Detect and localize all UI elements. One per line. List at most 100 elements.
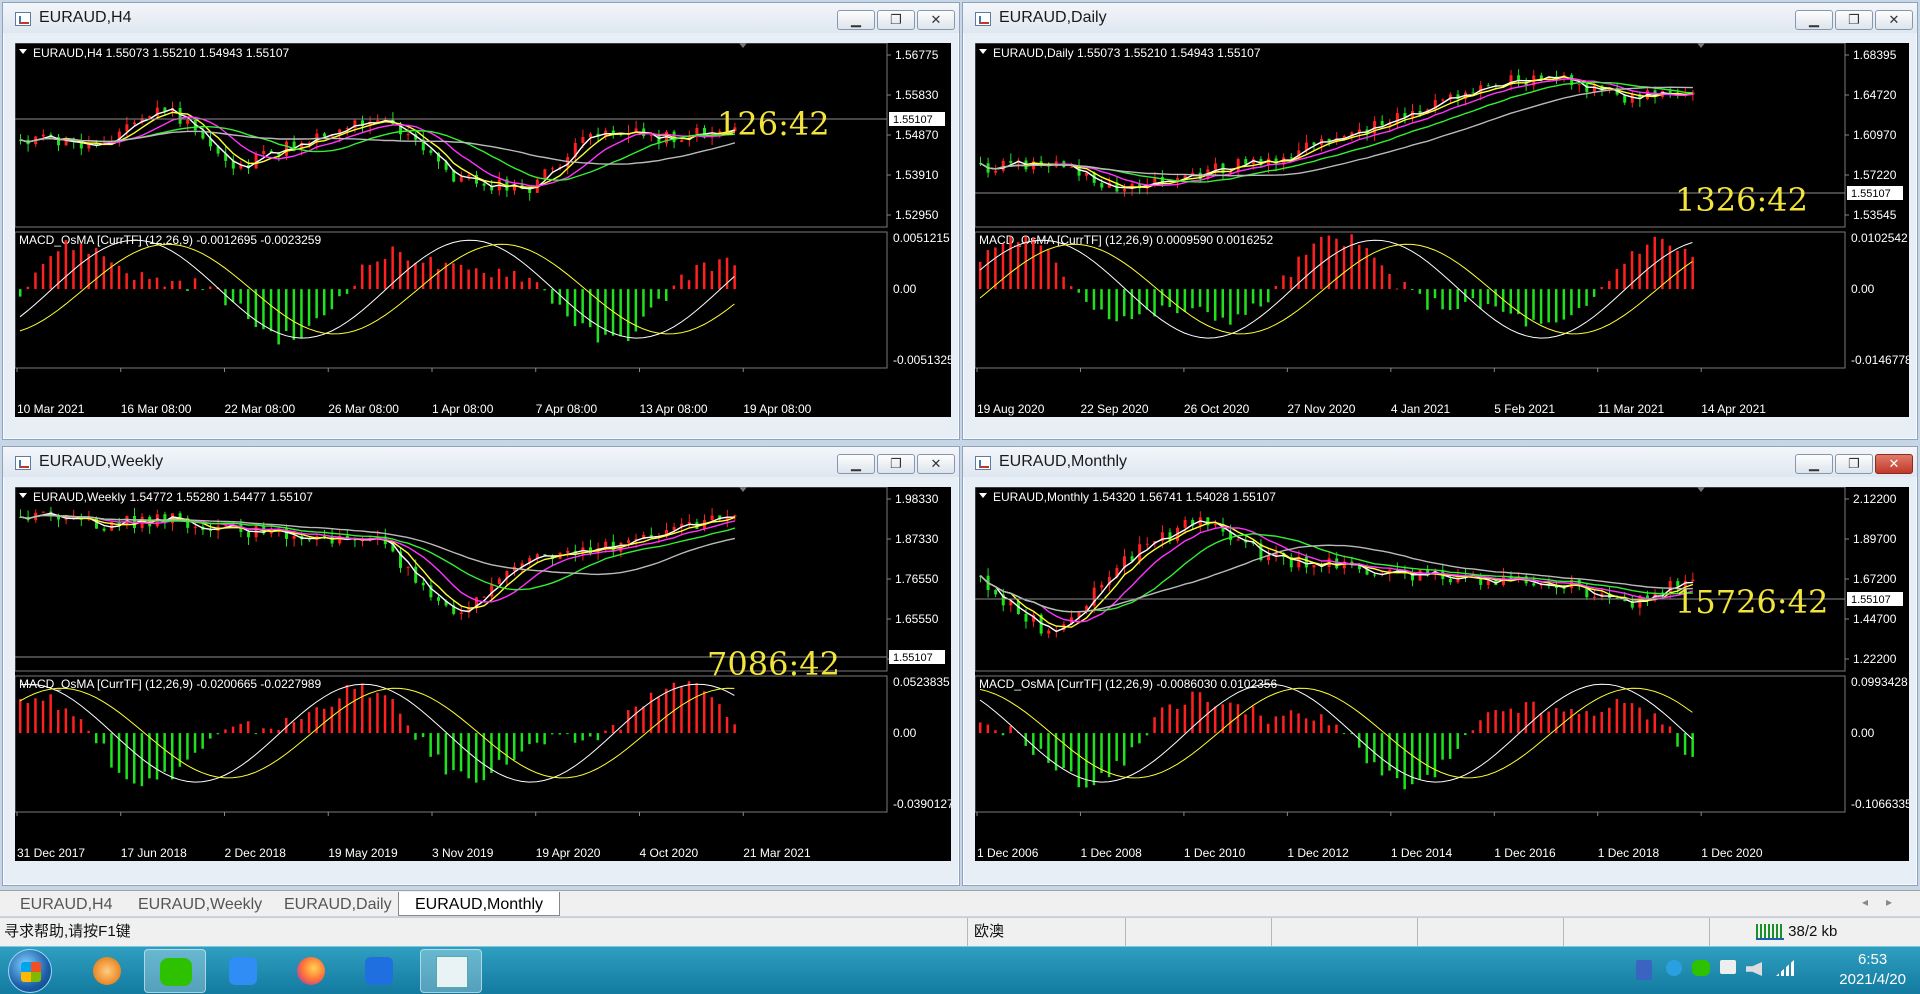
chart-window-daily[interactable]: EURAUD,Daily ▁ ❐ ✕ EURAUD,Daily 1.55073 1.55… xyxy=(962,2,1918,440)
macd-bar xyxy=(1100,289,1103,310)
macd-bar xyxy=(368,697,372,734)
chart-window-h4[interactable]: EURAUD,H4 ▁ ❐ ✕ EURAUD,H4 1.55073 1.55210 1.… xyxy=(2,2,960,440)
macd-bar xyxy=(566,733,569,735)
tray-wechat-icon[interactable] xyxy=(1692,960,1710,976)
candle-body xyxy=(209,530,212,532)
taskbar-app-wechat[interactable] xyxy=(144,949,206,993)
minimize-button[interactable]: ▁ xyxy=(1795,454,1833,474)
chart-shift-marker-icon[interactable] xyxy=(1697,487,1705,492)
window-title-bar[interactable]: EURAUD,Daily ▁ ❐ ✕ xyxy=(963,3,1917,33)
tray-shield-icon[interactable] xyxy=(1636,960,1652,980)
taskbar-app-browser[interactable] xyxy=(76,949,138,993)
window-title-bar[interactable]: EURAUD,Weekly ▁ ❐ ✕ xyxy=(3,447,959,477)
minimize-button[interactable]: ▁ xyxy=(837,10,875,30)
chart-canvas[interactable]: EURAUD,Daily 1.55073 1.55210 1.54943 1.5… xyxy=(975,43,1909,417)
macd-bar xyxy=(1289,276,1293,290)
clock[interactable]: 6:53 2021/4/20 xyxy=(1839,950,1906,990)
date-axis-label: 7 Apr 08:00 xyxy=(536,402,598,416)
macd-bar xyxy=(1130,733,1134,748)
candle-body xyxy=(262,151,266,154)
chart-shift-marker-icon[interactable] xyxy=(739,43,747,48)
close-button[interactable]: ✕ xyxy=(1875,10,1913,30)
candle-body xyxy=(1213,523,1217,526)
macd-bar xyxy=(292,289,296,340)
tab-euraud-monthly[interactable]: EURAUD,Monthly xyxy=(398,892,561,916)
macd-bar xyxy=(1335,724,1338,734)
close-button[interactable]: ✕ xyxy=(1875,454,1913,474)
macd-bar xyxy=(414,262,417,290)
candle-body xyxy=(406,566,410,568)
date-axis-label: 26 Mar 08:00 xyxy=(328,402,399,416)
restore-button[interactable]: ❐ xyxy=(877,454,915,474)
chart-menu-arrow-icon[interactable] xyxy=(19,493,27,498)
taskbar-app-trading-terminal[interactable] xyxy=(420,949,482,993)
chart-canvas[interactable]: EURAUD,Weekly 1.54772 1.55280 1.54477 1.… xyxy=(15,487,951,861)
macd-bar xyxy=(1380,265,1384,290)
minimize-button[interactable]: ▁ xyxy=(837,454,875,474)
chart-window-weekly[interactable]: EURAUD,Weekly ▁ ❐ ✕ EURAUD,Weekly 1.54772 1.… xyxy=(2,446,960,886)
macd-bar xyxy=(19,698,22,734)
chart-shift-marker-icon[interactable] xyxy=(1697,43,1705,48)
candle-body xyxy=(193,526,197,528)
macd-bar xyxy=(330,706,334,734)
macd-bar xyxy=(1206,701,1209,734)
date-axis-label: 2 Dec 2018 xyxy=(224,846,286,860)
close-button[interactable]: ✕ xyxy=(917,454,955,474)
chart-menu-arrow-icon[interactable] xyxy=(19,49,27,54)
window-title-bar[interactable]: EURAUD,Monthly ▁ ❐ ✕ xyxy=(963,447,1917,477)
status-cell xyxy=(1566,918,1710,947)
date-axis-label: 17 Jun 2018 xyxy=(121,846,187,860)
restore-button[interactable]: ❐ xyxy=(877,10,915,30)
macd-bar xyxy=(1244,714,1247,734)
macd-bar xyxy=(269,728,273,734)
taskbar-app-meeting[interactable] xyxy=(348,949,410,993)
chart-canvas[interactable]: EURAUD,Monthly 1.54320 1.56741 1.54028 1… xyxy=(975,487,1909,861)
chart-menu-arrow-icon[interactable] xyxy=(979,493,987,498)
candle-body xyxy=(376,120,380,123)
date-axis-label: 16 Mar 08:00 xyxy=(121,402,192,416)
minimize-button[interactable]: ▁ xyxy=(1795,10,1833,30)
close-button[interactable]: ✕ xyxy=(917,10,955,30)
macd-bar xyxy=(125,273,128,290)
macd-bar xyxy=(1501,711,1505,734)
start-button[interactable] xyxy=(8,949,52,993)
tray-network-icon[interactable] xyxy=(1666,960,1682,976)
candle-body xyxy=(1312,142,1316,145)
tab-scroll-arrows[interactable]: ◂▸ xyxy=(1862,895,1910,909)
chart-window-monthly[interactable]: EURAUD,Monthly ▁ ❐ ✕ EURAUD,Monthly 1.54320 … xyxy=(962,446,1918,886)
macd-bar xyxy=(649,692,653,734)
macd-bar xyxy=(376,261,379,290)
macd-bar xyxy=(551,289,554,304)
macd-bar xyxy=(269,289,273,332)
chart-menu-arrow-icon[interactable] xyxy=(979,49,987,54)
macd-bar xyxy=(657,697,660,734)
tab-euraud-weekly[interactable]: EURAUD,Weekly xyxy=(122,892,278,916)
macd-bar xyxy=(513,270,516,290)
candles xyxy=(979,69,1695,197)
tab-euraud-h4[interactable]: EURAUD,H4 xyxy=(4,892,128,916)
swirl-app-icon xyxy=(93,957,121,985)
taskbar-app-notes[interactable] xyxy=(212,949,274,993)
macd-bar xyxy=(1456,733,1459,749)
connection-status[interactable]: 38/2 kb xyxy=(1752,918,1918,947)
tray-signal-icon[interactable] xyxy=(1776,960,1794,976)
macd-bar xyxy=(1168,704,1171,734)
macd-bar xyxy=(155,733,159,780)
tray-device-icon[interactable] xyxy=(1720,960,1736,974)
macd-bar xyxy=(1570,708,1573,734)
candle-body xyxy=(680,139,684,143)
restore-button[interactable]: ❐ xyxy=(1835,454,1873,474)
macd-bar xyxy=(429,733,432,757)
chart-canvas[interactable]: EURAUD,H4 1.55073 1.55210 1.54943 1.5510… xyxy=(15,43,951,417)
window-title-bar[interactable]: EURAUD,H4 ▁ ❐ ✕ xyxy=(3,3,959,33)
tab-euraud-daily[interactable]: EURAUD,Daily xyxy=(268,892,408,916)
taskbar-app-firefox[interactable] xyxy=(280,949,342,993)
restore-button[interactable]: ❐ xyxy=(1835,10,1873,30)
price-axis-label: 1.22200 xyxy=(1853,652,1897,666)
candle-body xyxy=(1562,587,1566,589)
macd-bar xyxy=(611,725,615,734)
candles xyxy=(979,511,1695,639)
tray-volume-icon[interactable] xyxy=(1746,962,1762,976)
macd-bar xyxy=(300,719,303,734)
chart-shift-marker-icon[interactable] xyxy=(739,487,747,492)
